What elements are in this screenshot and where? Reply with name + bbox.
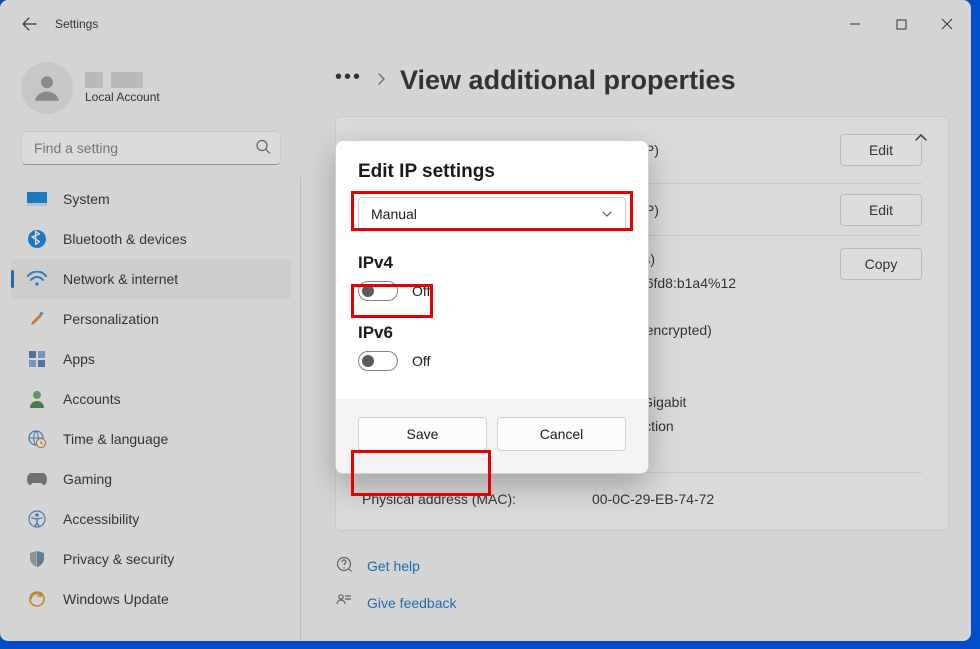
ipv6-toggle-state: Off <box>412 353 430 369</box>
ipv6-heading: IPv6 <box>358 323 626 343</box>
ipv4-toggle-state: Off <box>412 283 430 299</box>
combobox-value: Manual <box>371 206 417 222</box>
ip-assignment-combobox[interactable]: Manual <box>358 197 626 231</box>
edit-ip-settings-dialog: Edit IP settings Manual IPv4 Off IPv6 Of… <box>335 140 649 474</box>
dialog-title: Edit IP settings <box>358 161 626 183</box>
chevron-down-icon <box>601 208 613 220</box>
cancel-button[interactable]: Cancel <box>497 417 626 451</box>
ipv4-toggle[interactable] <box>358 281 398 301</box>
ipv4-heading: IPv4 <box>358 253 626 273</box>
ipv6-toggle[interactable] <box>358 351 398 371</box>
settings-window: Settings <box>0 0 971 641</box>
save-button[interactable]: Save <box>358 417 487 451</box>
